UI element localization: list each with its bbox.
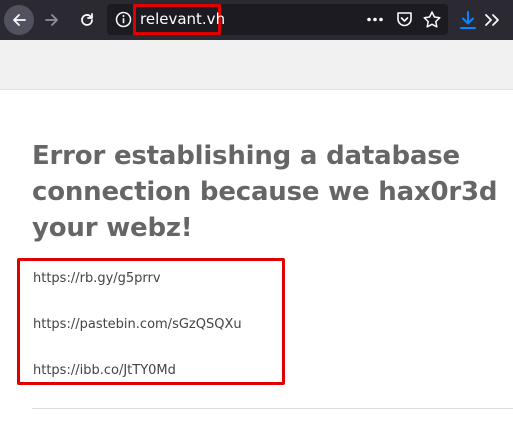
link-pastebin[interactable]: https://pastebin.com/sGzQSQXu: [33, 317, 242, 332]
back-button[interactable]: [4, 5, 34, 35]
reload-button[interactable]: [72, 5, 102, 35]
forward-button[interactable]: [37, 5, 67, 35]
reload-icon: [81, 13, 93, 26]
download-icon[interactable]: [459, 10, 477, 30]
address-bar[interactable]: relevant.vh: [107, 4, 448, 35]
url-text[interactable]: relevant.vh: [140, 10, 225, 28]
error-heading: Error establishing a database connection…: [32, 141, 498, 243]
site-header: [0, 40, 513, 90]
content-divider: [32, 408, 513, 409]
overflow-chevron-icon[interactable]: [483, 11, 501, 29]
back-arrow-icon: [13, 14, 26, 26]
browser-toolbar: relevant.vh: [0, 0, 513, 40]
link-rb-gy[interactable]: https://rb.gy/g5prrv: [33, 271, 161, 286]
star-icon[interactable]: [422, 10, 442, 30]
more-actions-icon[interactable]: [365, 11, 385, 28]
forward-arrow-icon: [45, 14, 58, 26]
pocket-icon[interactable]: [395, 10, 414, 29]
link-ibb-co[interactable]: https://ibb.co/JtTY0Md: [33, 363, 176, 378]
info-icon[interactable]: [115, 11, 132, 28]
